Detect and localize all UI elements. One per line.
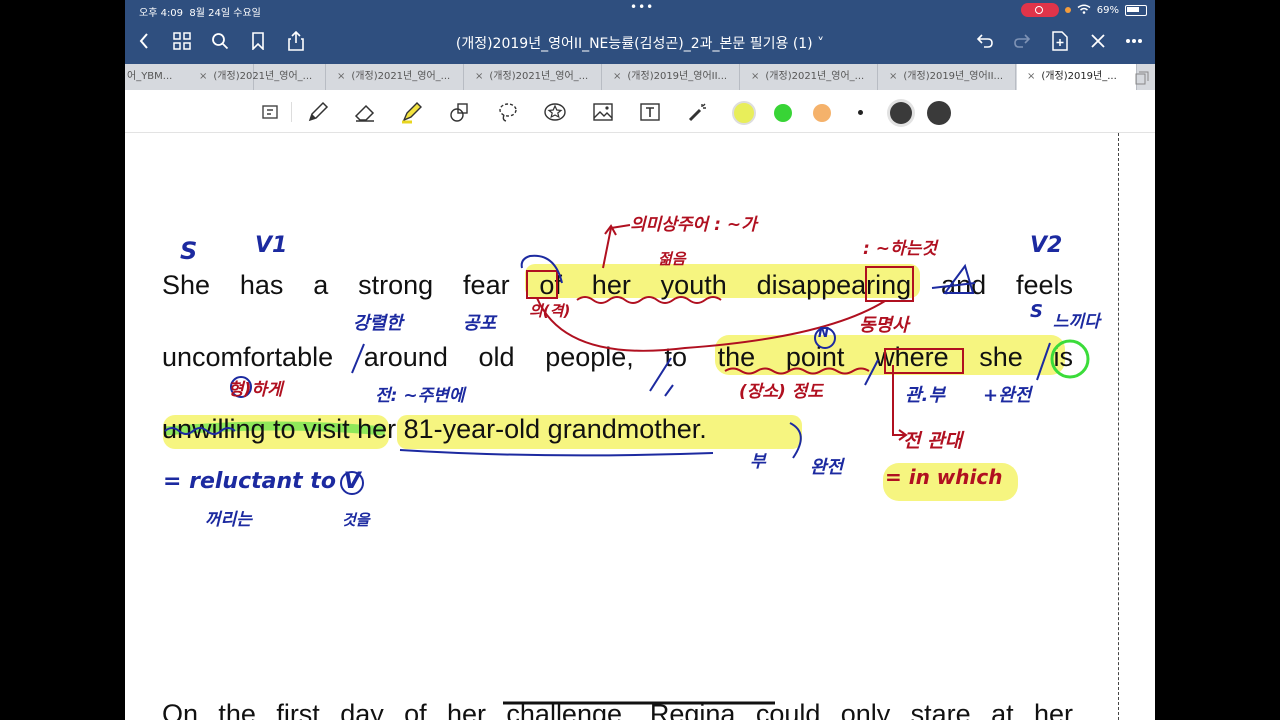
- image-icon[interactable]: [590, 99, 616, 125]
- undo-icon[interactable]: [974, 30, 996, 52]
- tab-3[interactable]: × (개정)2021년_영어_...: [327, 64, 464, 90]
- tab-7[interactable]: × (개정)2019년_영어II...: [879, 64, 1016, 90]
- battery-icon: [1125, 4, 1147, 16]
- shapes-icon[interactable]: [447, 99, 473, 125]
- tab-close-icon[interactable]: ×: [889, 71, 897, 82]
- tab-close-icon[interactable]: ×: [337, 71, 345, 82]
- close-pen-icon[interactable]: [1087, 30, 1109, 52]
- pen-icon[interactable]: [305, 99, 331, 125]
- tab-bar: 어_YBM... × (개정)2021년_영어_... × (개정)2021년_영어…: [125, 64, 1155, 90]
- tab-close-icon[interactable]: ×: [1027, 71, 1035, 82]
- size-small-dot[interactable]: [858, 110, 863, 115]
- tab-6[interactable]: × (개정)2021년_영어_...: [741, 64, 878, 90]
- color-yellow-swatch[interactable]: [732, 101, 756, 125]
- strike-layer: [503, 701, 775, 705]
- mic-indicator-icon: [1064, 7, 1071, 13]
- tab-close-icon[interactable]: ×: [199, 71, 207, 82]
- notebook-page[interactable]: She has a strong fear of her youth disap…: [125, 133, 1155, 720]
- navigation-bar: (개정)2019년_영어II_NE능률(김성곤)_2과_본문 필기용 (1) ˅: [125, 20, 1155, 64]
- status-time: 오후 4:09 8월 24일 수요일: [139, 8, 261, 19]
- more-icon[interactable]: [1123, 30, 1145, 52]
- lasso-read-icon[interactable]: [257, 99, 283, 125]
- battery-percent: 69%: [1096, 4, 1119, 16]
- tab-5[interactable]: × (개정)2019년_영어II...: [603, 64, 740, 90]
- tab-2[interactable]: × (개정)2021년_영어_...: [189, 64, 326, 90]
- color-orange-swatch[interactable]: [813, 104, 831, 122]
- add-page-icon[interactable]: [1049, 30, 1071, 52]
- size-medium-dot: [890, 102, 912, 124]
- toolbar-divider: [291, 102, 292, 122]
- page-margin-line: [1118, 133, 1119, 720]
- text-box-icon[interactable]: [637, 99, 663, 125]
- color-green-swatch[interactable]: [774, 104, 792, 122]
- document-title[interactable]: (개정)2019년_영어II_NE능률(김성곤)_2과_본문 필기용 (1) ˅: [125, 33, 1155, 53]
- ipad-screen: 오후 4:09 8월 24일 수요일 ••• 69% (개정)2019년_영어I…: [125, 0, 1155, 720]
- lasso-icon[interactable]: [495, 99, 521, 125]
- multitask-dots[interactable]: •••: [630, 0, 654, 14]
- tab-close-icon[interactable]: ×: [475, 71, 483, 82]
- eraser-icon[interactable]: [352, 99, 378, 125]
- tab-close-icon[interactable]: ×: [613, 71, 621, 82]
- tab-8-active[interactable]: × (개정)2019년_...: [1017, 64, 1137, 90]
- pen-toolbar: [125, 90, 1155, 133]
- tab-overview-icon[interactable]: [1135, 70, 1149, 89]
- sticker-icon[interactable]: [542, 99, 568, 125]
- tab-close-icon[interactable]: ×: [751, 71, 759, 82]
- wifi-icon: [1077, 4, 1091, 17]
- highlighter-icon[interactable]: [399, 99, 425, 125]
- status-bar: 오후 4:09 8월 24일 수요일 ••• 69%: [125, 0, 1155, 20]
- redo-icon[interactable]: [1011, 30, 1033, 52]
- size-large-dot[interactable]: [927, 101, 951, 125]
- laser-pointer-icon[interactable]: [685, 99, 711, 125]
- screen-record-icon[interactable]: [1020, 3, 1059, 17]
- tab-4[interactable]: × (개정)2021년_영어_...: [465, 64, 602, 90]
